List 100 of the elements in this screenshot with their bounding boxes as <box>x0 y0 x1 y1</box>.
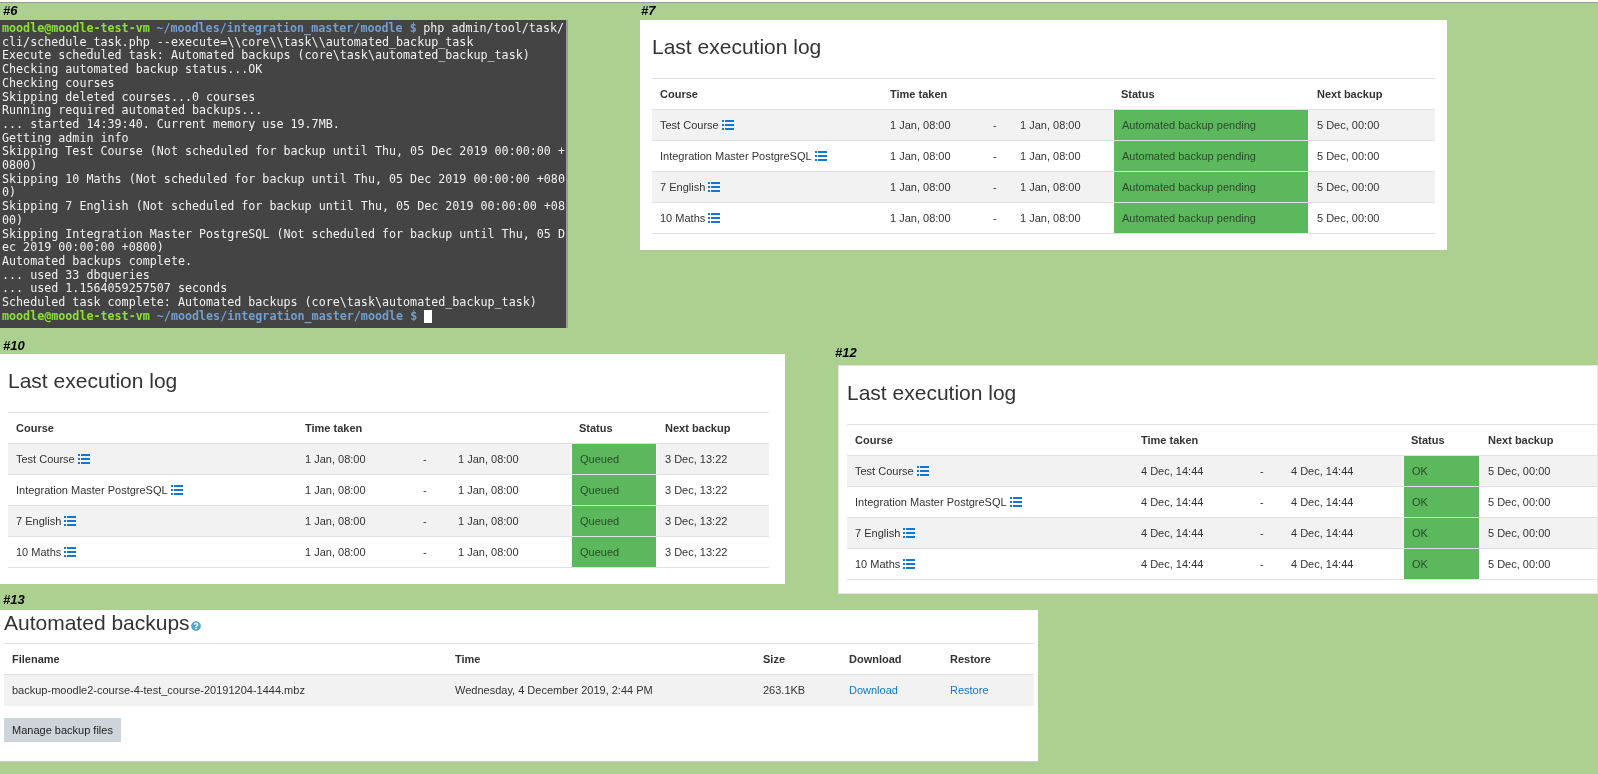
list-icon[interactable] <box>708 213 721 223</box>
list-icon[interactable] <box>77 454 90 464</box>
table-cell-text: - <box>992 179 998 195</box>
column-header: Status <box>1120 86 1156 102</box>
list-icon[interactable] <box>814 151 827 161</box>
table-cell-text: - <box>1259 463 1265 479</box>
course-name: 7 English <box>855 525 901 541</box>
table-cell-text: 5 Dec, 00:00 <box>1487 463 1552 479</box>
status-cell: Automated backup pending <box>1113 110 1309 140</box>
list-icon[interactable] <box>916 466 929 476</box>
table-cell-text: backup-moodle2-course-4-test_course-20191204-1444.mbz <box>11 683 306 699</box>
status-cell: Automated backup pending <box>1113 172 1309 202</box>
column-header: Time taken <box>889 86 949 102</box>
table-cell-text: 3 Dec, 13:22 <box>664 451 729 467</box>
output-line: ... started 14:39:40. Current memory use 19.7MB. <box>2 117 341 132</box>
table-cell-text: - <box>1259 525 1265 541</box>
screenshot-label: #12 <box>835 345 857 360</box>
table-cell-text: 1 Jan, 08:00 <box>457 513 520 529</box>
table-cell-text: 1 Jan, 08:00 <box>304 513 367 529</box>
table-cell-text: - <box>1259 494 1265 510</box>
prompt-path: ~/moodles/integration_master/moodle $ <box>156 309 418 324</box>
status-cell: OK <box>1403 487 1480 517</box>
screenshot-label: #13 <box>3 592 25 607</box>
course-name: 10 Maths <box>660 210 706 226</box>
table-cell-text: - <box>992 117 998 133</box>
course-name: Test Course <box>16 451 75 467</box>
column-header: Next backup <box>664 420 732 436</box>
status-cell: OK <box>1403 518 1480 548</box>
table-cell-text: 1 Jan, 08:00 <box>1019 210 1082 226</box>
column-header: Course <box>15 420 55 436</box>
table-cell-text: 1 Jan, 08:00 <box>889 117 952 133</box>
column-header: Next backup <box>1487 432 1555 448</box>
prompt-path: ~/moodles/integration_master/moodle $ <box>156 22 417 36</box>
status-cell: Queued <box>571 537 657 567</box>
course-name: Test Course <box>855 463 914 479</box>
screenshot-label: #10 <box>3 338 25 353</box>
list-icon[interactable] <box>64 516 77 526</box>
course-name: Integration Master PostgreSQL <box>660 148 812 164</box>
table-cell-text: 3 Dec, 13:22 <box>664 482 729 498</box>
table-cell-text: 4 Dec, 14:44 <box>1290 494 1355 510</box>
column-header: Restore <box>949 651 992 667</box>
table-cell-text: 263.1KB <box>762 683 807 699</box>
command-text: php admin/tool/task/ <box>423 22 564 35</box>
list-icon[interactable] <box>708 182 721 192</box>
status-cell: Automated backup pending <box>1113 141 1309 171</box>
table-cell-text: 1 Jan, 08:00 <box>1019 148 1082 164</box>
table-cell-text: 4 Dec, 14:44 <box>1290 525 1355 541</box>
output-line: Checking courses <box>2 76 116 91</box>
output-line: ... used 33 dbqueries <box>2 268 150 282</box>
course-name: 7 English <box>660 179 706 195</box>
column-header: Size <box>762 651 786 667</box>
output-line: 0) <box>2 186 17 200</box>
column-header: Status <box>578 420 614 436</box>
status-cell: Queued <box>571 475 657 505</box>
manage-backup-files-button[interactable]: Manage backup files <box>4 718 121 742</box>
table-cell-text: - <box>992 148 998 164</box>
column-header: Filename <box>11 651 61 667</box>
prompt-user: moodle@moodle-test-vm <box>2 22 150 36</box>
table-cell-text: - <box>422 482 428 498</box>
table-cell-text: 1 Jan, 08:00 <box>304 482 367 498</box>
table-cell-text: - <box>422 451 428 467</box>
column-header: Time <box>454 651 482 667</box>
table-cell-text: 4 Dec, 14:44 <box>1140 525 1205 541</box>
list-icon[interactable] <box>903 528 916 538</box>
output-line: Skipping Test Course (Not scheduled for backup until Thu, 05 Dec 2019 00:00:00 + <box>2 145 564 159</box>
output-line: 00) <box>2 213 24 228</box>
column-header: Next backup <box>1316 86 1384 102</box>
column-header: Download <box>848 651 903 667</box>
download-link[interactable]: Download <box>849 684 898 697</box>
output-line: ... used 1.1564059257507 seconds <box>2 282 229 296</box>
help-icon[interactable] <box>190 621 201 631</box>
table-cell-text: 1 Jan, 08:00 <box>889 210 952 226</box>
table-cell-text: 1 Jan, 08:00 <box>889 148 952 164</box>
output-line: Running required automated backups... <box>2 104 264 118</box>
column-header: Time taken <box>1140 432 1200 448</box>
list-icon[interactable] <box>903 559 916 569</box>
output-line: Scheduled task complete: Automated backups (core\task\automated_backup_task) <box>2 296 538 310</box>
list-icon[interactable] <box>721 120 734 130</box>
panel-title: Last execution log <box>652 34 823 60</box>
table-cell-text: 1 Jan, 08:00 <box>457 451 520 467</box>
table-cell-text: - <box>422 513 428 529</box>
table-cell-text: - <box>992 210 998 226</box>
panel-title: Last execution log <box>847 380 1018 406</box>
table-cell-text: 4 Dec, 14:44 <box>1290 463 1355 479</box>
output-line: Skipping 7 English (Not scheduled for backup until Thu, 05 Dec 2019 00:00:00 +08 <box>2 200 564 214</box>
table-cell-text: 3 Dec, 13:22 <box>664 544 729 560</box>
table-cell-text: 1 Jan, 08:00 <box>304 451 367 467</box>
list-icon[interactable] <box>1009 497 1022 507</box>
table-cell-text: 5 Dec, 00:00 <box>1316 117 1381 133</box>
restore-link[interactable]: Restore <box>950 684 989 697</box>
panel-title: Automated backups <box>4 611 190 635</box>
list-icon[interactable] <box>170 485 183 495</box>
screenshot-label: #6 <box>3 3 18 18</box>
table-cell-text: Wednesday, 4 December 2019, 2:44 PM <box>454 683 654 699</box>
screenshot-label: #7 <box>641 3 656 18</box>
status-cell: Queued <box>571 444 657 474</box>
output-line: Skipping Integration Master PostgreSQL (Not scheduled for backup until Thu, 05 D <box>2 227 564 241</box>
table-cell-text: 4 Dec, 14:44 <box>1140 494 1205 510</box>
list-icon[interactable] <box>64 547 77 557</box>
course-name: Integration Master PostgreSQL <box>855 494 1007 510</box>
